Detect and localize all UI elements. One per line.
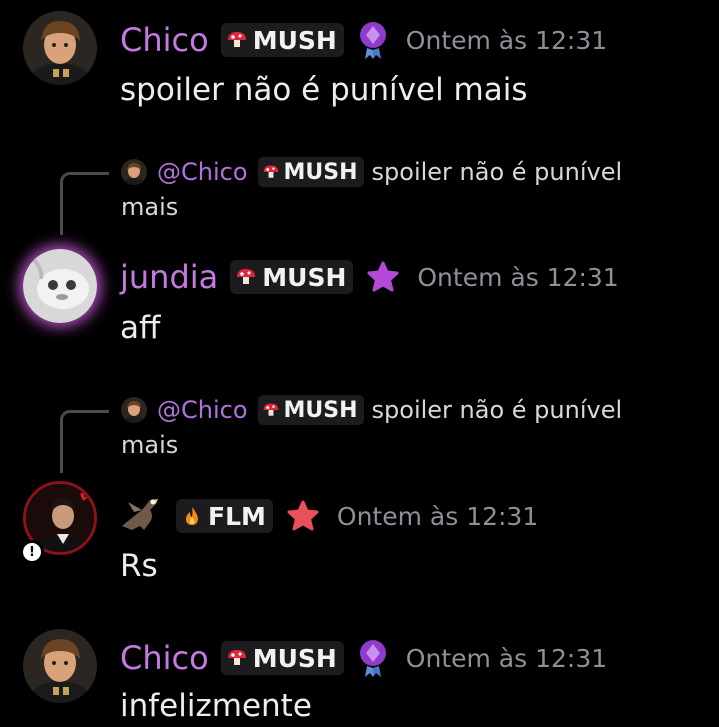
reply-preview[interactable]: @Chico MUSH spoiler não é punível mais [121, 157, 622, 221]
timestamp: Ontem às 12:31 [336, 501, 539, 531]
reply-text-continued: mais [121, 193, 179, 221]
red-star-badge-icon[interactable] [287, 500, 319, 532]
message-text: Rs [120, 548, 158, 584]
reply-guild-tag-label: MUSH [283, 397, 358, 423]
avatar-jundia[interactable] [23, 249, 97, 323]
guild-tag[interactable]: FLM [176, 499, 273, 533]
purple-star-badge-icon[interactable] [367, 261, 399, 293]
guild-tag[interactable]: MUSH [230, 260, 354, 294]
guild-tag[interactable]: MUSH [220, 23, 344, 57]
author-name[interactable]: Chico [120, 21, 209, 59]
mushroom-icon [262, 163, 280, 181]
reply-text-continued: mais [121, 431, 179, 459]
mushroom-icon [226, 29, 248, 51]
author-name[interactable]: jundia [120, 258, 218, 296]
timestamp: Ontem às 12:31 [405, 643, 608, 673]
guild-tag-label: FLM [208, 501, 266, 531]
mushroom-icon [262, 401, 280, 419]
reply-text: spoiler não é punível [371, 158, 623, 186]
reply-preview[interactable]: @Chico MUSH spoiler não é punível mais [121, 395, 622, 459]
mushroom-icon [226, 647, 248, 669]
guild-tag-label: MUSH [252, 643, 337, 673]
mushroom-icon [235, 266, 257, 288]
fire-icon [181, 505, 203, 527]
message-text: spoiler não é punível mais [120, 72, 528, 108]
reply-avatar [121, 159, 147, 185]
purple-gem-badge-icon[interactable] [358, 638, 388, 678]
reply-guild-tag: MUSH [257, 157, 364, 187]
guild-tag-label: MUSH [262, 262, 347, 292]
reply-guild-tag: MUSH [257, 395, 364, 425]
timestamp: Ontem às 12:31 [417, 262, 619, 292]
guild-tag-label: MUSH [252, 25, 337, 55]
guild-tag[interactable]: MUSH [220, 641, 344, 675]
reply-mention[interactable]: @Chico [157, 396, 248, 424]
author-name[interactable]: Chico [120, 639, 209, 677]
reply-mention[interactable]: @Chico [157, 158, 248, 186]
reply-spine [60, 172, 109, 235]
status-alert-icon: ! [20, 540, 44, 564]
message-text: infelizmente [120, 688, 312, 724]
timestamp: Ontem às 12:31 [405, 25, 608, 55]
reply-spine [60, 410, 109, 473]
avatar-chico[interactable] [23, 629, 97, 703]
purple-gem-badge-icon[interactable] [358, 20, 388, 60]
reply-guild-tag-label: MUSH [283, 159, 358, 185]
reply-avatar [121, 397, 147, 423]
reply-text: spoiler não é punível [371, 396, 623, 424]
avatar-chico[interactable] [23, 11, 97, 85]
message-text: aff [120, 310, 161, 346]
eagle-icon[interactable] [120, 496, 164, 536]
